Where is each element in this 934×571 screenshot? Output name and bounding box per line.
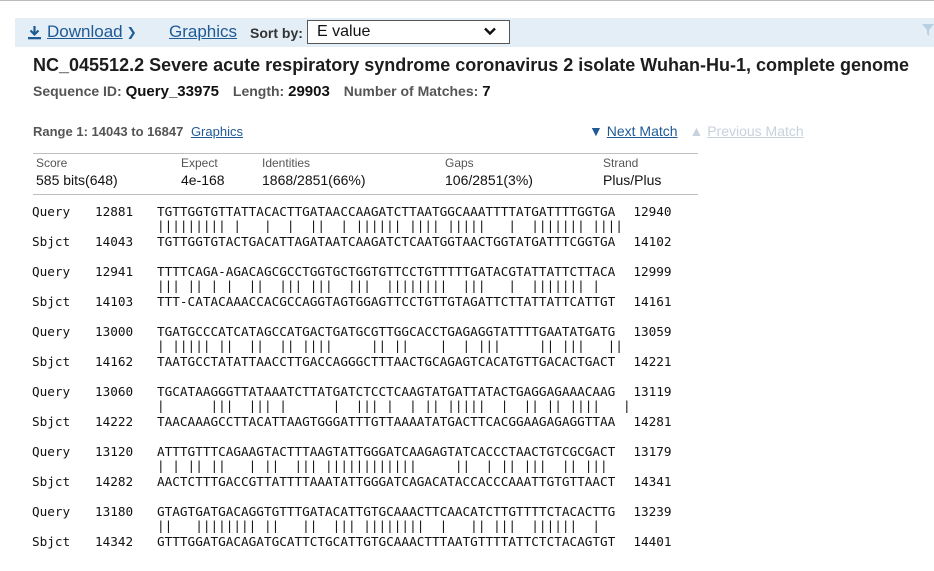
sort-select-value: E value (317, 23, 371, 40)
sequence-id-label: Sequence ID: (33, 83, 122, 99)
matches-label: Number of Matches: (343, 83, 479, 99)
stat-identities: Identities 1868/2851(66%) (262, 156, 366, 188)
triangle-down-icon: ▼ (589, 123, 603, 139)
alignment-stats: Score 585 bits(648) Expect 4e-168 Identiti… (33, 153, 698, 195)
length-label: Length: (232, 83, 285, 99)
length-value: 29903 (288, 83, 330, 100)
stat-score: Score 585 bits(648) (36, 156, 118, 188)
top-divider (0, 0, 934, 1)
filter-icon[interactable] (922, 23, 934, 37)
download-menu[interactable]: Download ❯ (27, 22, 137, 42)
range-label: Range 1: 14043 to 16847 (33, 124, 184, 139)
next-match-link[interactable]: ▼ Next Match (589, 123, 678, 139)
sort-select[interactable]: E value (307, 20, 510, 44)
chevron-down-icon: ❯ (126, 25, 137, 39)
results-toolbar: Download ❯ Graphics Sort by: E value (15, 18, 934, 47)
range-header: Range 1: 14043 to 16847 Graphics (33, 124, 243, 139)
chevron-down-icon (484, 27, 496, 36)
sequence-id-value: Query_33975 (125, 83, 219, 100)
stat-gaps: Gaps 106/2851(3%) (445, 156, 533, 188)
download-label: Download (47, 22, 123, 41)
triangle-up-icon: ▲ (689, 123, 704, 139)
stat-expect: Expect 4e-168 (181, 156, 225, 188)
hit-title: NC_045512.2 Severe acute respiratory syn… (33, 55, 909, 75)
hit-meta: Sequence ID: Query_33975 Length: 29903 N… (33, 83, 491, 100)
graphics-link[interactable]: Graphics (169, 22, 237, 42)
match-navigation: ▼ Next Match ▲ Previous Match (589, 123, 804, 139)
previous-match-link[interactable]: ▲ Previous Match (689, 123, 803, 139)
range-graphics-link[interactable]: Graphics (191, 124, 243, 139)
sort-by-label: Sort by: (250, 25, 303, 41)
matches-value: 7 (482, 83, 491, 100)
download-icon (28, 25, 41, 39)
stat-strand: Strand Plus/Plus (603, 156, 662, 188)
